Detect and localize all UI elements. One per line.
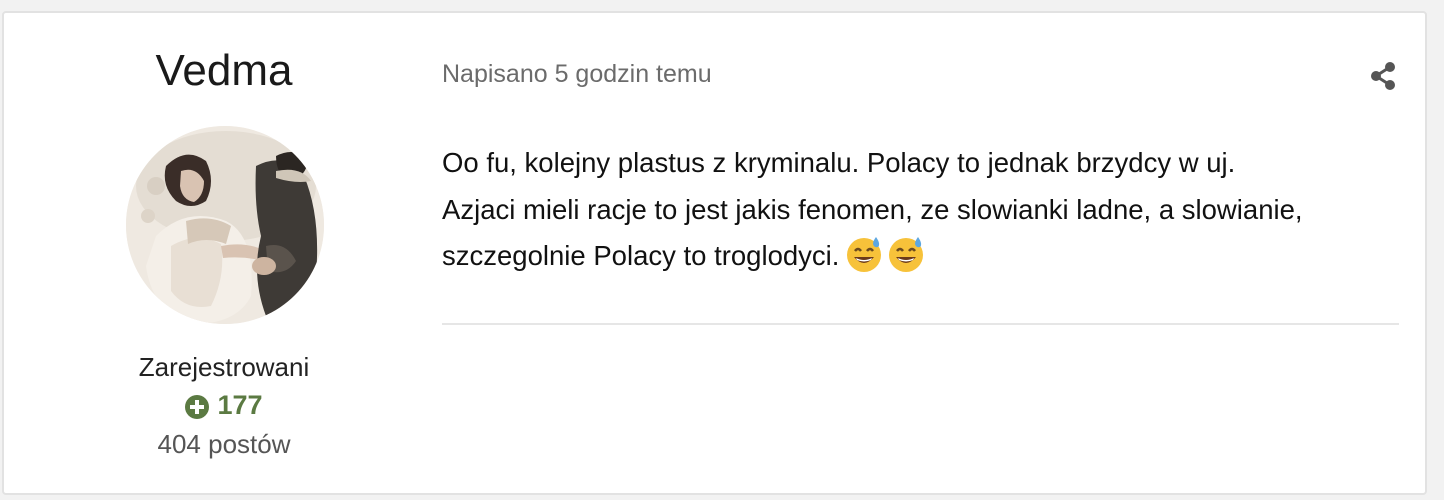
author-group: Zarejestrowani (138, 352, 310, 382)
author-name[interactable]: Vedma (4, 43, 444, 99)
grinning-face-with-sweat-icon (887, 235, 925, 273)
reputation-badge[interactable]: 177 (4, 388, 444, 422)
author-panel: Vedma Zarejestrowani 177 404 postów (4, 13, 444, 493)
post-line: Azjaci mieli racje to jest jakis fenomen… (442, 193, 1303, 225)
avatar[interactable] (126, 126, 324, 324)
avatar-image (126, 126, 324, 324)
post-line: Oo fu, kolejny plastus z kryminalu. Pola… (442, 147, 1236, 178)
grinning-face-with-sweat-icon (845, 235, 883, 273)
post-date[interactable]: Napisano 5 godzin temu (442, 57, 712, 91)
share-button[interactable] (1368, 61, 1398, 91)
share-icon (1371, 62, 1395, 90)
post-divider (442, 323, 1399, 325)
post-line-text: szczegolnie Polacy to troglodyci. (442, 240, 840, 271)
post-line: szczegolnie Polacy to troglodyci. (442, 233, 1402, 280)
plus-circle-icon (185, 393, 210, 419)
post-content: Oo fu, kolejny plastus z kryminalu. Pola… (442, 140, 1402, 280)
reputation-count: 177 (217, 390, 263, 420)
forum-post: Vedma Zarejestrowani 177 404 postów Napi… (2, 11, 1427, 495)
post-count: 404 postów (157, 429, 291, 459)
